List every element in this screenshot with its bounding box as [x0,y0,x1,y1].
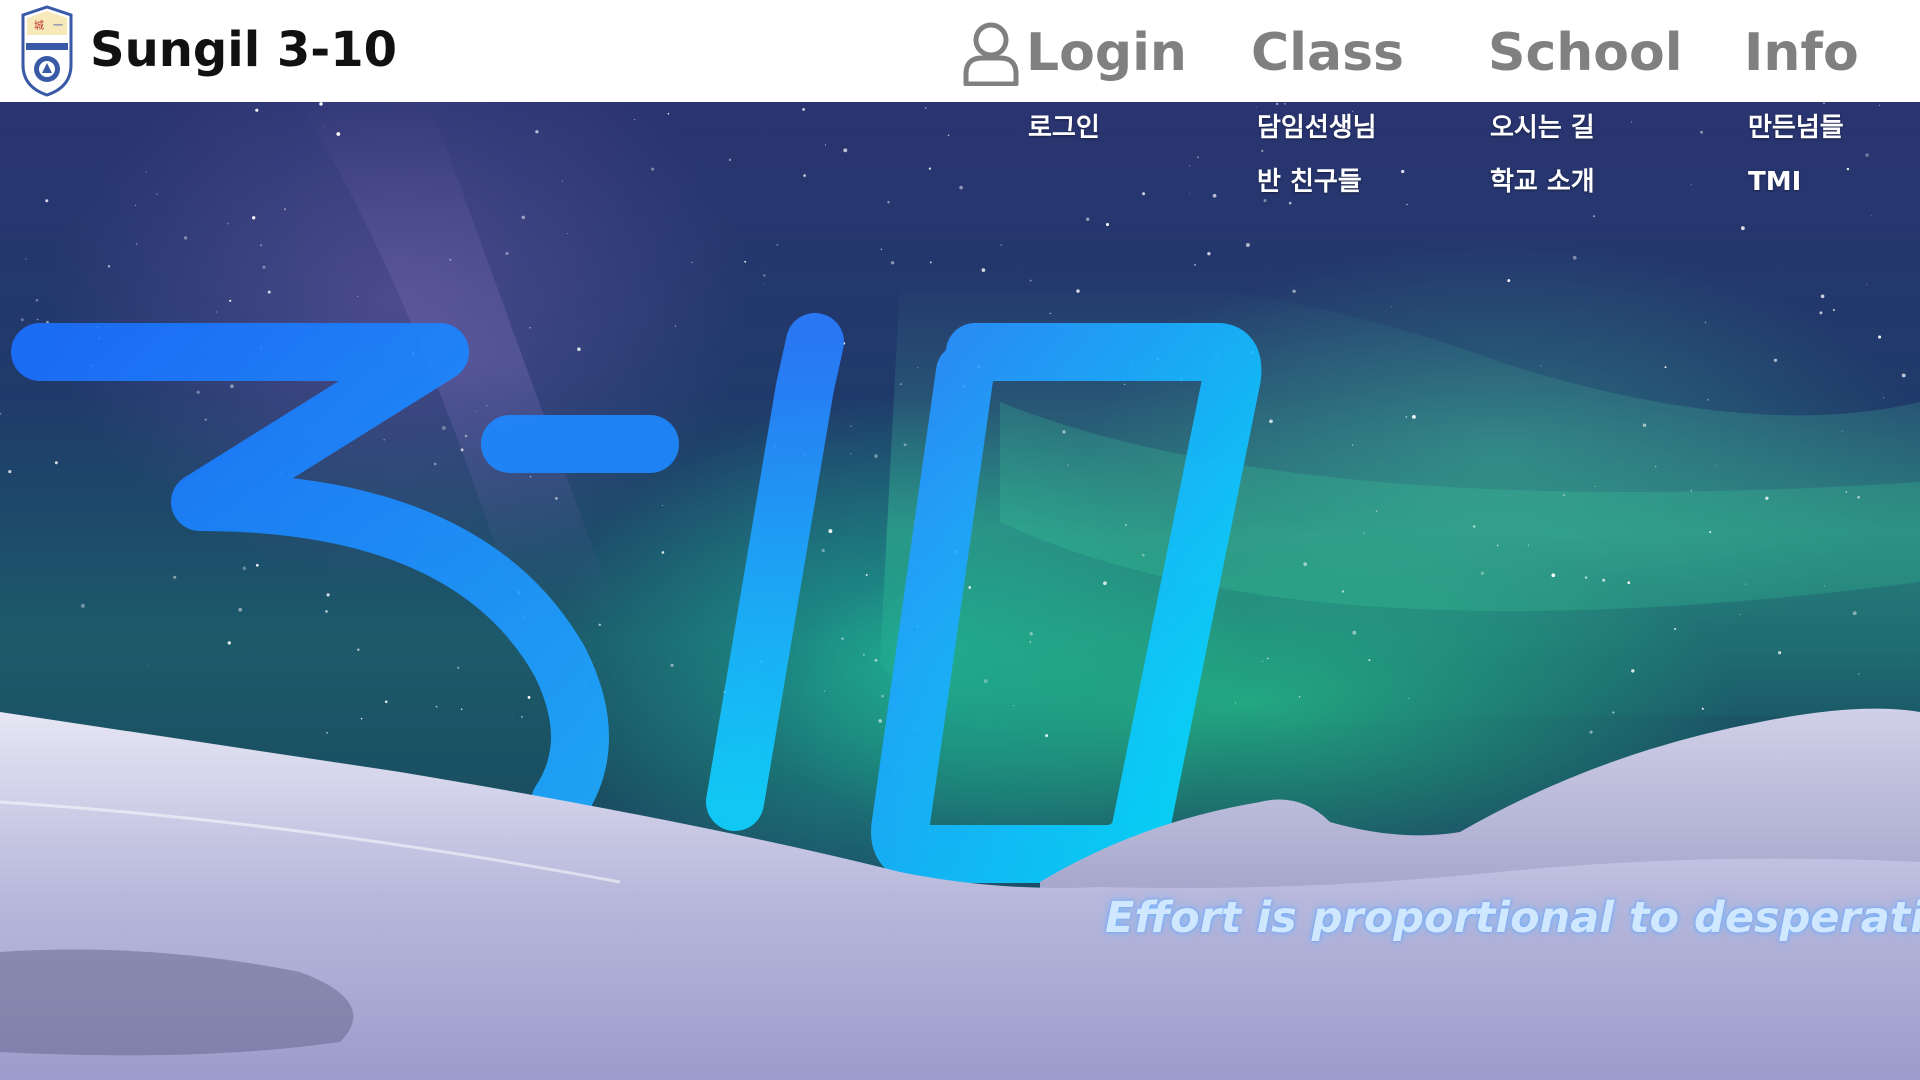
menu-link-login[interactable]: 로그인 [1028,112,1100,144]
nav-school[interactable]: School [1488,22,1683,84]
nav-info[interactable]: Info [1744,22,1859,84]
hero-slogan: Effort is proportional to desperation [1105,893,1920,943]
user-icon [960,20,1022,87]
nav-login-label: Login [1026,23,1187,83]
menu-link-tmi[interactable]: TMI [1748,166,1801,198]
nav-login[interactable]: Login [960,20,1187,87]
svg-text:城: 城 [34,20,44,32]
menu-link-classmates[interactable]: 반 친구들 [1257,166,1362,198]
menu-link-makers[interactable]: 만든넘들 [1748,112,1844,144]
menu-link-homeroom-teacher[interactable]: 담임선생님 [1257,112,1377,144]
school-emblem-icon[interactable]: 城 一 [17,5,77,97]
menu-link-directions[interactable]: 오시는 길 [1490,112,1595,144]
hero-banner: 로그인 담임선생님 반 친구들 오시는 길 학교 소개 만든넘들 TMI Eff… [0,102,1920,1080]
site-header: 城 一 Sungil 3-10 Login Class School Info [0,0,1920,102]
svg-text:一: 一 [53,21,63,32]
site-title[interactable]: Sungil 3-10 [90,22,397,78]
menu-link-school-intro[interactable]: 학교 소개 [1490,166,1595,198]
nav-class[interactable]: Class [1251,22,1404,84]
